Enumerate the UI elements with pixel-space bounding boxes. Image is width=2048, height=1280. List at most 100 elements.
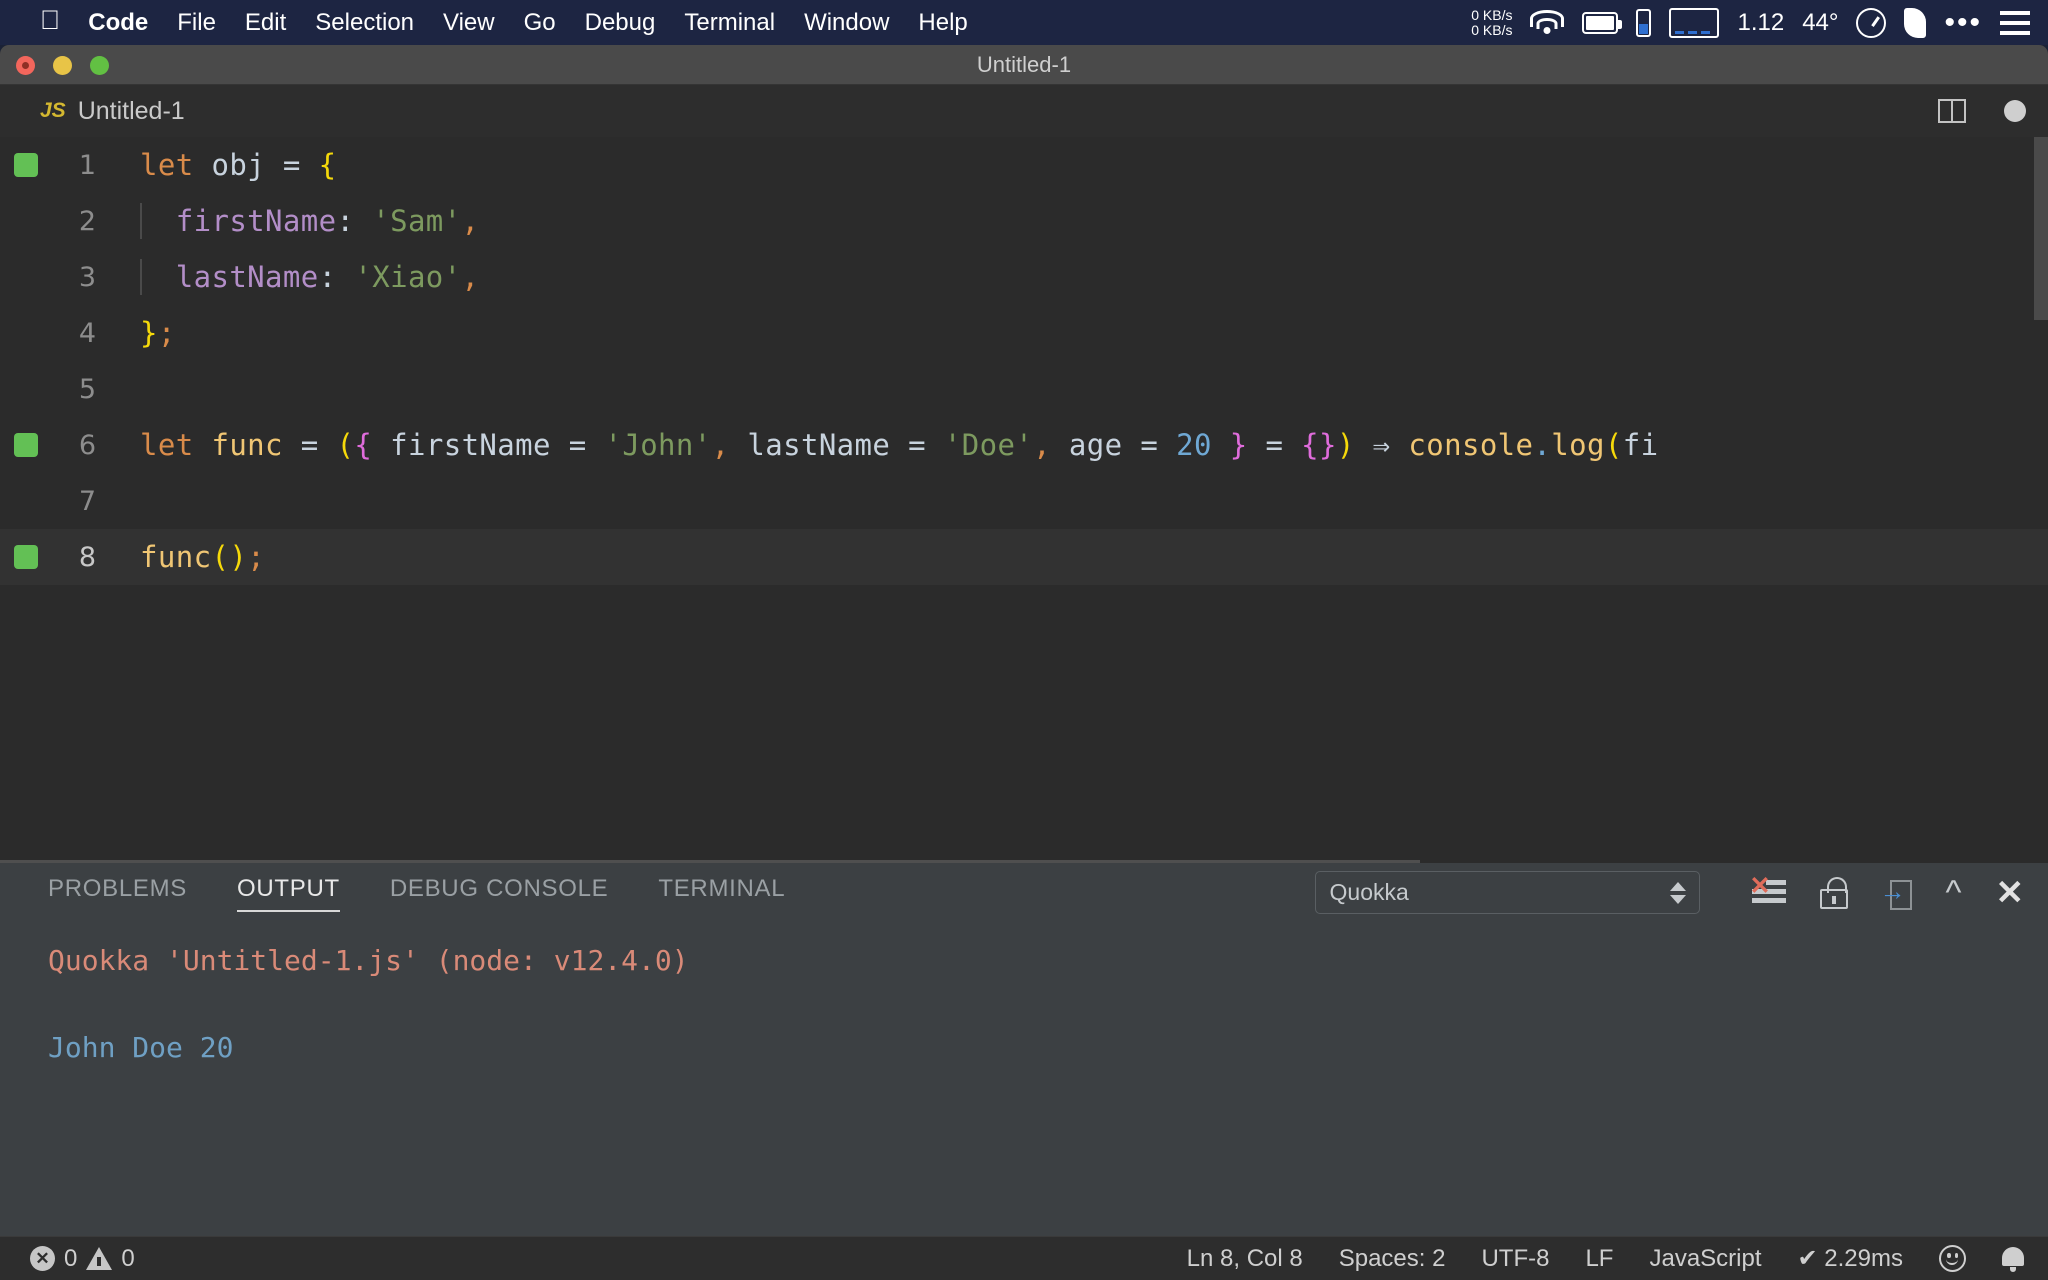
close-panel-icon[interactable]: ✕: [1996, 876, 2025, 910]
bottom-panel: PROBLEMS OUTPUT DEBUG CONSOLE TERMINAL Quok…: [0, 863, 2048, 1253]
indentation-setting[interactable]: Spaces: 2: [1339, 1245, 1446, 1273]
code-token: =: [890, 428, 944, 462]
code-token: ;: [157, 316, 176, 350]
code-line[interactable]: 8 func();: [0, 529, 2048, 585]
code-token: ,: [711, 428, 730, 462]
code-token: (): [211, 540, 248, 574]
code-token: ): [1336, 428, 1355, 462]
code-text: };: [118, 316, 176, 350]
more-dots-icon[interactable]: •••: [1944, 7, 1982, 38]
code-token: .: [1533, 428, 1552, 462]
output-line: Quokka 'Untitled-1.js' (node: v12.4.0): [48, 944, 689, 977]
menu-item-help[interactable]: Help: [918, 9, 967, 37]
minimize-window-button[interactable]: [53, 56, 72, 75]
menu-item-window[interactable]: Window: [804, 9, 889, 37]
status-bar-problems[interactable]: ✕ 0 0: [30, 1245, 135, 1273]
collapse-panel-icon[interactable]: ^: [1946, 876, 1962, 910]
file-encoding[interactable]: UTF-8: [1481, 1245, 1549, 1273]
code-line[interactable]: 2 firstName: 'Sam',: [0, 193, 2048, 249]
line-number: 7: [78, 485, 96, 517]
cpu-graph-icon[interactable]: [1669, 7, 1720, 38]
clear-output-icon[interactable]: ✕: [1750, 873, 1786, 908]
code-text: firstName: 'Sam',: [118, 203, 479, 239]
menu-item-go[interactable]: Go: [524, 9, 556, 37]
code-line[interactable]: 5: [0, 361, 2048, 417]
code-editor[interactable]: 1 let obj = {2 firstName: 'Sam', 3 lastNam…: [0, 137, 2048, 863]
maximize-window-button[interactable]: [90, 56, 109, 75]
menu-item-debug[interactable]: Debug: [585, 9, 656, 37]
cursor-position[interactable]: Ln 8, Col 8: [1187, 1245, 1303, 1273]
feedback-smiley-icon[interactable]: [1939, 1245, 1966, 1272]
menu-item-selection[interactable]: Selection: [315, 9, 414, 37]
code-token: ;: [247, 540, 266, 574]
quokka-gutter-marker-icon: [14, 545, 38, 569]
panel-tab-output[interactable]: OUTPUT: [236, 875, 340, 912]
output-channel-select[interactable]: Quokka: [1314, 871, 1700, 914]
panel-tab-problems[interactable]: PROBLEMS: [48, 875, 187, 912]
language-mode[interactable]: JavaScript: [1649, 1245, 1761, 1273]
window-traffic-lights: [16, 56, 109, 75]
unsaved-changes-dot-icon[interactable]: [2004, 100, 2026, 122]
control-center-list-icon[interactable]: [2000, 10, 2030, 35]
code-token: ⇒: [1354, 428, 1409, 462]
code-line[interactable]: 6 let func = ({ firstName = 'John', lastN…: [0, 417, 2048, 473]
panel-tab-debug-console[interactable]: DEBUG CONSOLE: [390, 875, 608, 912]
code-token: let: [140, 148, 194, 182]
code-line[interactable]: 3 lastName: 'Xiao',: [0, 249, 2048, 305]
menu-item-file[interactable]: File: [177, 9, 216, 37]
network-speed-indicator[interactable]: 0 KB/s 0 KB/s: [1471, 8, 1512, 37]
clock-icon[interactable]: [1856, 7, 1887, 38]
status-bar-left: ✕ 0 0: [30, 1245, 135, 1273]
code-text: let func = ({ firstName = 'John', lastNa…: [118, 428, 1658, 462]
apple-icon[interactable]: : [40, 7, 60, 34]
warning-icon: [86, 1247, 113, 1270]
indent-guide: [140, 259, 142, 295]
battery-icon[interactable]: [1582, 11, 1623, 34]
close-window-button[interactable]: [16, 56, 35, 75]
code-token: :: [318, 260, 355, 294]
wifi-icon[interactable]: [1530, 9, 1565, 36]
code-line[interactable]: 1 let obj = {: [0, 137, 2048, 193]
macos-menu-bar:  Code File Edit Selection View Go Debug Termin…: [0, 0, 2048, 45]
code-token: }: [140, 316, 158, 350]
menu-item-edit[interactable]: Edit: [245, 9, 286, 37]
end-of-line-setting[interactable]: LF: [1585, 1245, 1613, 1273]
javascript-file-icon: JS: [40, 99, 66, 122]
line-number: 2: [78, 205, 96, 237]
quokka-run-time[interactable]: ✔ 2.29ms: [1798, 1244, 1903, 1273]
output-content[interactable]: Quokka 'Untitled-1.js' (node: v12.4.0) J…: [0, 925, 2048, 1069]
status-bar-right: Ln 8, Col 8 Spaces: 2 UTF-8 LF JavaScrip…: [1187, 1244, 2024, 1273]
menu-item-view[interactable]: View: [443, 9, 495, 37]
lock-scroll-icon[interactable]: [1819, 876, 1848, 909]
code-token: let: [140, 428, 194, 462]
menu-bar-status-items: 0 KB/s 0 KB/s 1.12 44° •••: [1471, 0, 2030, 45]
output-line: John Doe 20: [48, 1030, 234, 1064]
memory-bar-icon[interactable]: [1636, 8, 1652, 37]
panel-actions: Quokka ✕ → ^ ✕: [1314, 871, 2025, 914]
open-in-editor-icon[interactable]: →: [1880, 876, 1912, 910]
code-line[interactable]: 4};: [0, 305, 2048, 361]
leaf-icon[interactable]: [1904, 7, 1927, 38]
code-token: 'John': [604, 428, 712, 462]
code-token: =: [282, 428, 337, 462]
code-token: firstName: [175, 204, 337, 238]
split-editor-icon[interactable]: [1938, 99, 1966, 123]
code-token: =: [1247, 428, 1302, 462]
panel-tab-terminal[interactable]: TERMINAL: [658, 875, 785, 912]
code-text: func();: [118, 540, 265, 574]
notifications-bell-icon[interactable]: [2002, 1245, 2024, 1272]
editor-vertical-scrollbar[interactable]: [2034, 137, 2048, 320]
line-number: 3: [78, 261, 96, 293]
code-line[interactable]: 7: [0, 473, 2048, 529]
cpu-load-value[interactable]: 1.12: [1737, 9, 1784, 37]
editor-tab-bar: JS Untitled-1: [0, 85, 2048, 137]
editor-tab-untitled-1[interactable]: JS Untitled-1: [0, 85, 207, 137]
menu-item-terminal[interactable]: Terminal: [684, 9, 775, 37]
temperature-value[interactable]: 44°: [1802, 9, 1838, 37]
code-text: lastName: 'Xiao',: [118, 259, 479, 295]
menu-item-code[interactable]: Code: [88, 9, 148, 37]
